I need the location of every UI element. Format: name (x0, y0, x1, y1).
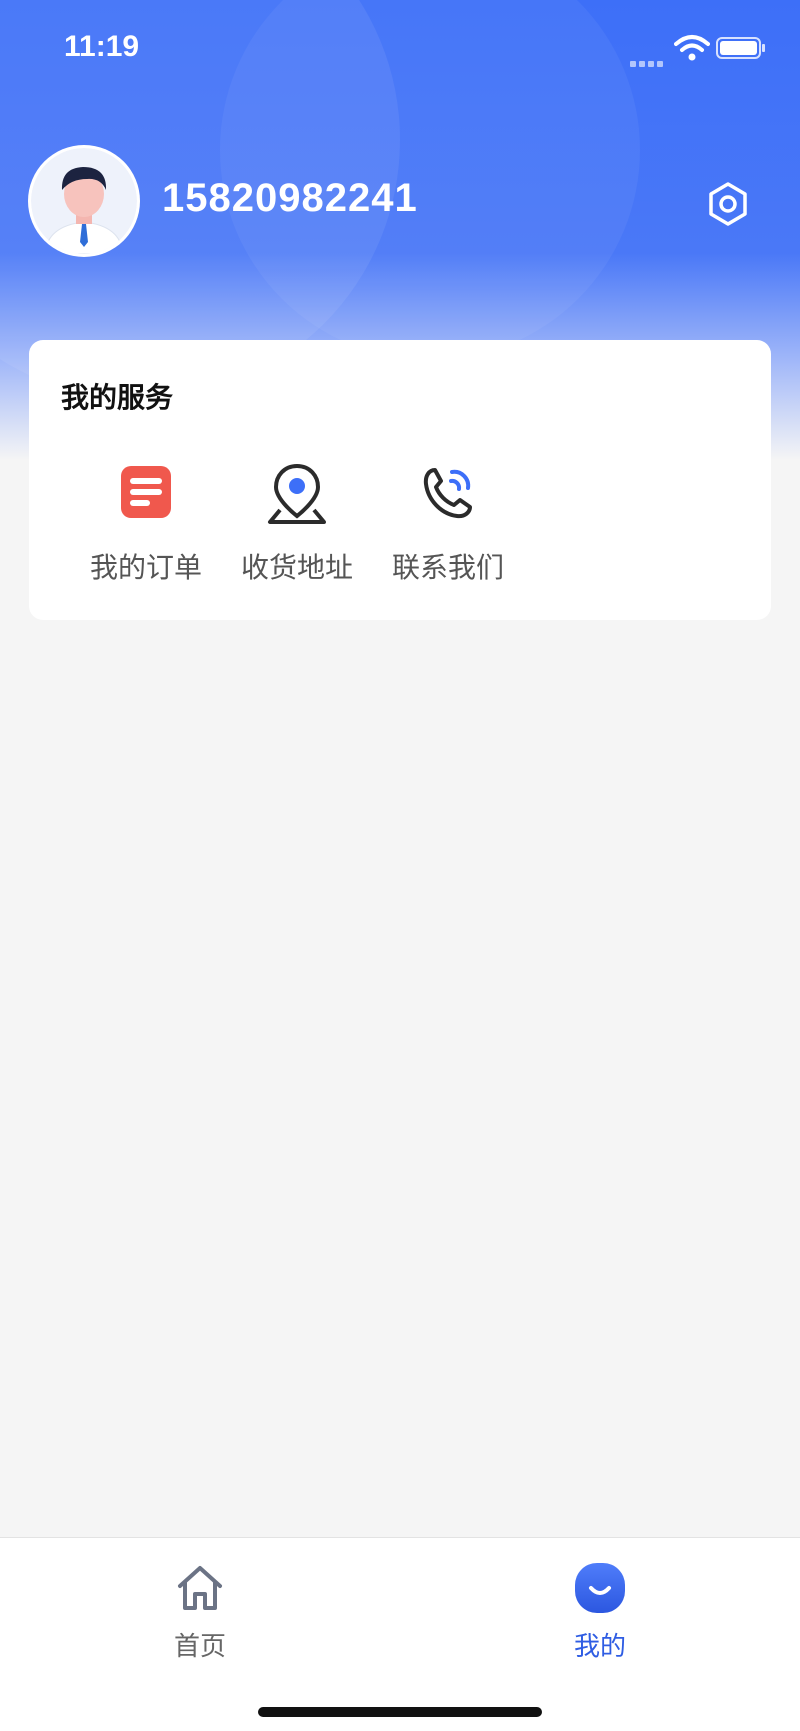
tab-home[interactable]: 首页 (140, 1560, 260, 1663)
service-shipping-address[interactable]: 收货地址 (227, 458, 367, 586)
location-pin-icon (268, 463, 326, 524)
bottom-tab-bar: 首页 我的 (0, 1537, 800, 1731)
tab-label: 我的 (573, 1632, 626, 1662)
service-label: 收货地址 (240, 551, 353, 584)
cellular-signal-icon (630, 52, 666, 71)
service-label: 联系我们 (391, 551, 504, 584)
tab-mine[interactable]: 我的 (540, 1560, 660, 1663)
order-list-icon (121, 466, 171, 518)
service-label: 我的订单 (89, 551, 202, 584)
my-services-card: 我的服务 我的订单 收货地址 联系我们 (29, 340, 771, 620)
home-icon (178, 1566, 222, 1610)
screen: 11:19 15820982241 我的服务 我的订单 收货地址 联系我们 首页… (0, 0, 800, 1731)
service-contact-us[interactable]: 联系我们 (378, 458, 518, 586)
status-bar: 11:19 (0, 0, 800, 96)
avatar[interactable] (28, 145, 140, 257)
battery-icon (716, 37, 765, 59)
avatar-person-icon (31, 148, 137, 254)
smile-icon (575, 1563, 625, 1613)
service-my-orders[interactable]: 我的订单 (76, 458, 216, 586)
status-time: 11:19 (64, 30, 140, 63)
tab-label: 首页 (173, 1632, 226, 1662)
home-indicator (258, 1707, 542, 1717)
user-phone-number: 15820982241 (162, 176, 418, 220)
settings-gear-icon[interactable] (704, 180, 752, 228)
wifi-icon (674, 35, 710, 61)
services-title: 我的服务 (61, 381, 174, 414)
phone-call-icon (423, 468, 472, 519)
